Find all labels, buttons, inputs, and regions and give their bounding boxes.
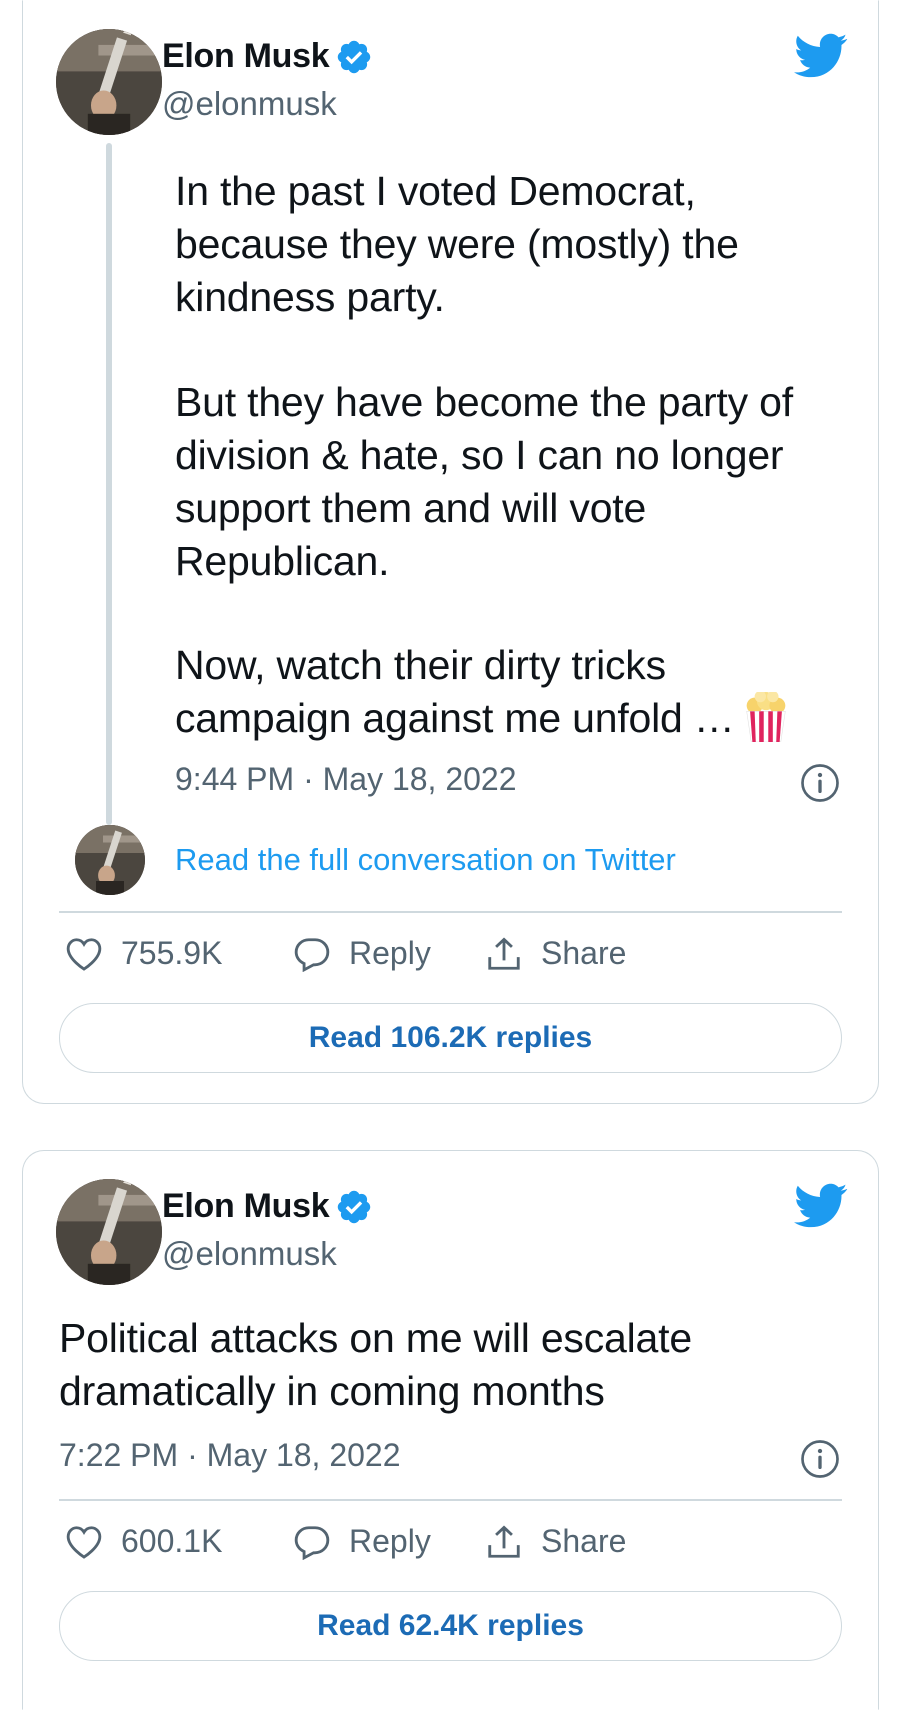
author-name-row: Elon Musk: [162, 1187, 373, 1226]
tweet-timestamp[interactable]: 9:44 PM · May 18, 2022: [175, 761, 517, 798]
like-button[interactable]: 600.1K: [65, 1523, 222, 1560]
avatar-small[interactable]: [75, 825, 145, 895]
reply-label: Reply: [349, 935, 431, 971]
info-icon[interactable]: [800, 1439, 840, 1479]
reply-bubble-icon: [294, 1525, 330, 1560]
verified-badge-icon: [338, 1190, 371, 1223]
tweet-paragraph-3: Now, watch their dirty tricks campaign a…: [175, 639, 789, 746]
author-name-row: Elon Musk: [162, 37, 373, 76]
share-icon: [488, 936, 520, 970]
tweet-paragraph-2: But they have become the party of divisi…: [175, 379, 793, 584]
tweet-card-2: Elon Musk @elonmusk Political attacks on…: [22, 1150, 879, 1710]
like-count: 755.9K: [121, 935, 223, 971]
tweet-card-1: Elon Musk @elonmusk In the past I voted …: [22, 0, 879, 1104]
divider: [59, 1499, 842, 1501]
share-icon: [488, 1524, 520, 1558]
author-name[interactable]: Elon Musk: [162, 1187, 330, 1226]
share-button[interactable]: Share: [485, 1523, 626, 1560]
twitter-bird-icon[interactable]: [794, 33, 848, 79]
reply-button[interactable]: Reply: [293, 935, 431, 972]
avatar[interactable]: [56, 29, 162, 135]
verified-badge-icon: [338, 40, 371, 73]
like-count: 600.1K: [121, 1523, 223, 1559]
like-button[interactable]: 755.9K: [65, 935, 222, 972]
heart-icon: [66, 1525, 102, 1559]
reply-label: Reply: [349, 1523, 431, 1559]
tweet-paragraph-1: In the past I voted Democrat, because th…: [175, 168, 739, 320]
author-handle[interactable]: @elonmusk: [162, 1235, 337, 1273]
twitter-bird-icon[interactable]: [794, 1183, 848, 1229]
read-replies-button[interactable]: Read 106.2K replies: [59, 1003, 842, 1073]
heart-icon: [66, 937, 102, 971]
author-handle[interactable]: @elonmusk: [162, 85, 337, 123]
author-name[interactable]: Elon Musk: [162, 37, 330, 76]
share-button[interactable]: Share: [485, 935, 626, 972]
tweet-timestamp[interactable]: 7:22 PM · May 18, 2022: [59, 1437, 401, 1474]
reply-button[interactable]: Reply: [293, 1523, 431, 1560]
tweet-text: Political attacks on me will escalate dr…: [59, 1315, 692, 1414]
info-icon[interactable]: [800, 763, 840, 803]
read-replies-button[interactable]: Read 62.4K replies: [59, 1591, 842, 1661]
read-conversation-link[interactable]: Read the full conversation on Twitter: [175, 842, 676, 878]
popcorn-icon: [745, 692, 786, 743]
share-label: Share: [541, 935, 627, 971]
thread-connector-line: [106, 143, 112, 825]
share-label: Share: [541, 1523, 627, 1559]
reply-bubble-icon: [294, 937, 330, 972]
tweet-paragraph-3-text: Now, watch their dirty tricks campaign a…: [175, 642, 735, 741]
avatar[interactable]: [56, 1179, 162, 1285]
divider: [59, 911, 842, 913]
